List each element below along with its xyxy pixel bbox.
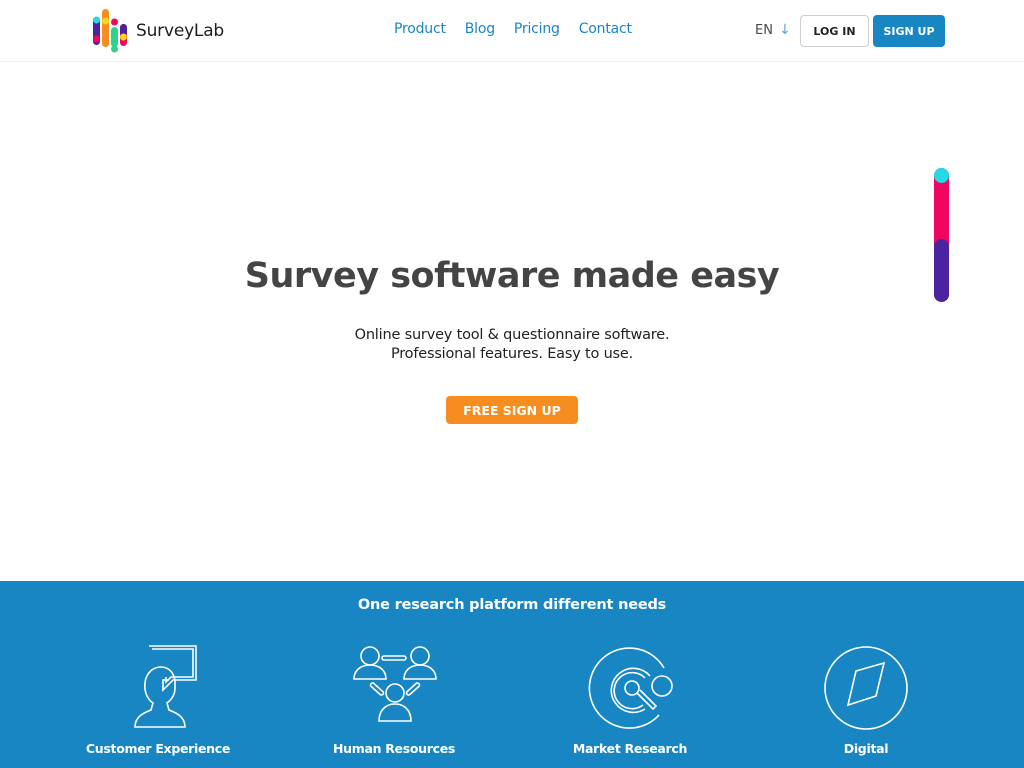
compass-icon: [824, 646, 908, 730]
feature-digital[interactable]: Digital: [766, 643, 966, 756]
feature-label: Customer Experience: [85, 741, 231, 756]
main-nav: Product Blog Pricing Contact: [394, 21, 651, 37]
hero-subtitle: Online survey tool & questionnaire softw…: [0, 326, 1024, 364]
feature-market-research[interactable]: Market Research: [530, 643, 730, 756]
signup-button[interactable]: SIGN UP: [873, 15, 945, 47]
login-button[interactable]: LOG IN: [800, 15, 869, 47]
feature-human-resources[interactable]: Human Resources: [294, 643, 494, 756]
free-signup-button[interactable]: FREE SIGN UP: [446, 396, 578, 424]
nav-pricing[interactable]: Pricing: [514, 21, 560, 37]
language-code: EN: [755, 22, 773, 38]
customer-speech-icon: [134, 645, 197, 728]
feature-customer-experience[interactable]: Customer Experience: [58, 643, 258, 756]
brand-name: SurveyLab: [136, 21, 225, 41]
arrow-down-icon: ↓: [778, 22, 791, 38]
hero-subtitle-line1: Online survey tool & questionnaire softw…: [354, 327, 670, 343]
features-section: One research platform different needs Cu…: [0, 581, 1024, 768]
scroll-handle[interactable]: [934, 168, 949, 183]
nav-contact[interactable]: Contact: [579, 21, 632, 37]
language-selector[interactable]: EN ↓: [755, 22, 791, 38]
people-network-icon: [353, 646, 437, 722]
hero-title: Survey software made easy: [244, 256, 780, 296]
feature-label: Human Resources: [332, 741, 456, 756]
nav-blog[interactable]: Blog: [465, 21, 495, 37]
logo[interactable]: SurveyLab: [92, 9, 224, 53]
site-header: SurveyLab Product Blog Pricing Contact E…: [0, 0, 1024, 62]
feature-label: Digital: [843, 741, 889, 756]
hero-subtitle-line2: Professional features. Easy to use.: [390, 346, 634, 362]
feature-label: Market Research: [572, 741, 688, 756]
nav-product[interactable]: Product: [394, 21, 446, 37]
features-title: One research platform different needs: [357, 597, 667, 613]
surveylab-logo-icon: [93, 9, 127, 53]
magnifier-circle-icon: [588, 647, 673, 729]
